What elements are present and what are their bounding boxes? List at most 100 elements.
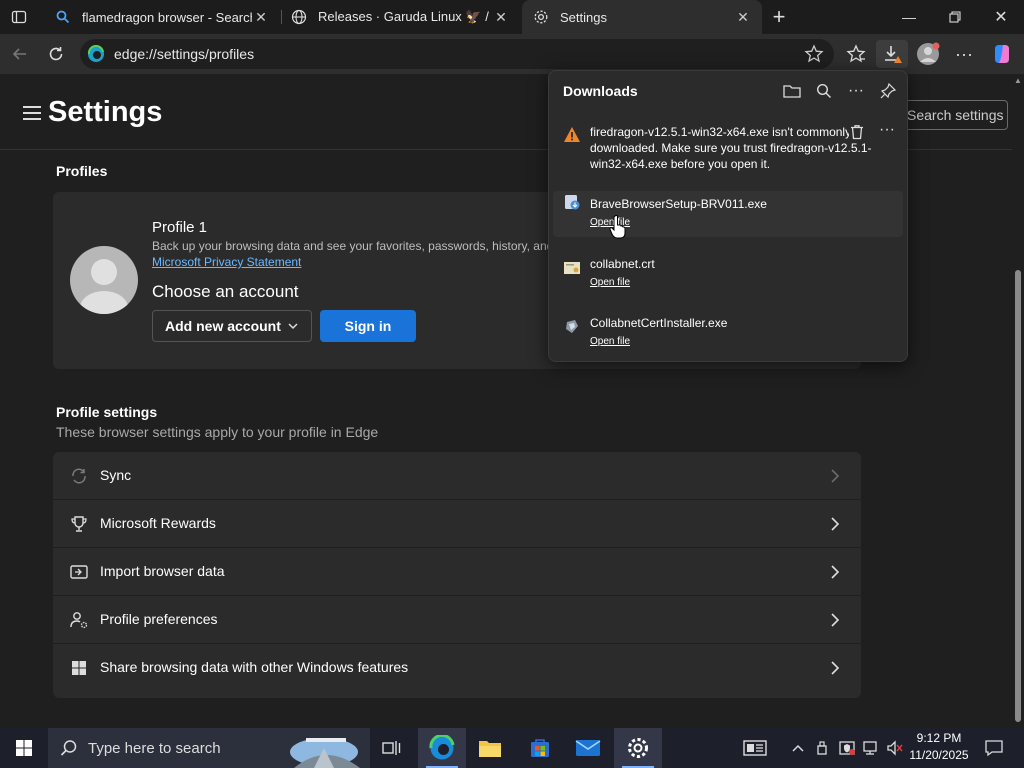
gear-icon	[628, 738, 648, 758]
page-scrollbar[interactable]: ▲	[1012, 74, 1024, 725]
more-menu-button[interactable]: ···	[950, 40, 978, 68]
scroll-up-icon[interactable]: ▲	[1014, 76, 1022, 85]
settings-item-import[interactable]: Import browser data	[53, 548, 861, 596]
close-window-button[interactable]: ✕	[978, 0, 1024, 34]
downloads-button[interactable]	[876, 40, 908, 68]
tray-usb-icon[interactable]	[812, 728, 832, 768]
gear-icon	[532, 8, 550, 26]
settings-item-label: Microsoft Rewards	[100, 515, 216, 531]
close-tab-icon[interactable]: ✕	[734, 8, 752, 26]
news-widget-button[interactable]	[738, 728, 772, 768]
notifications-button[interactable]	[978, 728, 1010, 768]
download-file-name: BraveBrowserSetup-BRV011.exe	[590, 197, 767, 211]
sign-in-button[interactable]: Sign in	[320, 310, 416, 342]
tab-settings[interactable]: Settings ✕	[522, 0, 762, 34]
download-item[interactable]: BraveBrowserSetup-BRV011.exe Open file	[553, 191, 903, 237]
downloads-more-button[interactable]: ···	[845, 80, 867, 102]
sign-in-label: Sign in	[344, 318, 392, 334]
download-item[interactable]: collabnet.crt Open file	[553, 257, 903, 297]
app-icon	[566, 320, 578, 333]
address-bar[interactable]: edge://settings/profiles	[80, 39, 834, 69]
taskbar-file-explorer[interactable]	[466, 728, 514, 768]
copilot-button[interactable]	[988, 40, 1016, 68]
chevron-right-icon	[831, 517, 840, 531]
download-item-more-icon[interactable]: ···	[879, 121, 895, 139]
back-button[interactable]	[6, 40, 34, 68]
tab-search[interactable]: flamedragon browser - Search ✕	[44, 0, 280, 34]
delete-download-button[interactable]	[849, 124, 869, 142]
profile-settings-subtitle: These browser settings apply to your pro…	[56, 424, 379, 440]
pin-downloads-button[interactable]	[877, 80, 899, 102]
ellipsis-icon: ···	[955, 43, 973, 64]
chevron-down-icon	[288, 323, 298, 330]
back-arrow-icon	[12, 48, 26, 60]
choose-account-heading: Choose an account	[152, 282, 299, 301]
tab-strip: flamedragon browser - Search ✕ Releases …	[0, 0, 1024, 34]
refresh-icon	[49, 47, 63, 61]
chevron-right-icon	[831, 565, 840, 579]
avatar	[70, 246, 138, 314]
show-hidden-icons-button[interactable]	[788, 728, 808, 768]
tray-volume-muted-icon[interactable]	[884, 728, 906, 768]
settings-item-profile-preferences[interactable]: Profile preferences	[53, 596, 861, 644]
download-warning-icon	[885, 46, 902, 63]
edge-browser-window: flamedragon browser - Search ✕ Releases …	[0, 0, 1024, 768]
profile-button[interactable]	[914, 40, 942, 68]
avatar-icon	[917, 42, 940, 65]
restore-icon	[949, 11, 961, 23]
favorites-button[interactable]	[842, 40, 870, 68]
search-icon	[54, 8, 72, 26]
close-tab-icon[interactable]: ✕	[252, 8, 270, 26]
open-file-link[interactable]: Open file	[590, 277, 630, 288]
refresh-button[interactable]	[42, 40, 70, 68]
settings-item-rewards[interactable]: Microsoft Rewards	[53, 500, 861, 548]
import-icon	[69, 562, 89, 582]
new-tab-button[interactable]: +	[766, 4, 792, 30]
chevron-up-icon	[792, 744, 804, 752]
store-icon	[531, 739, 549, 757]
taskbar-settings[interactable]	[614, 728, 662, 768]
windows-taskbar: Type here to search 9:12 PM 11/20/2025	[0, 728, 1024, 768]
tab-actions-icon	[11, 10, 27, 24]
downloads-title: Downloads	[563, 83, 638, 99]
taskbar-edge[interactable]	[418, 728, 466, 768]
taskbar-store[interactable]	[516, 728, 564, 768]
tab-label: flamedragon browser - Search	[82, 9, 252, 25]
taskbar-search-box[interactable]: Type here to search	[48, 728, 370, 768]
edge-icon	[429, 735, 455, 760]
tray-defender-icon[interactable]	[836, 728, 858, 768]
open-file-link[interactable]: Open file	[590, 336, 630, 347]
pin-icon	[880, 83, 896, 99]
start-button[interactable]	[0, 728, 48, 768]
ellipsis-icon: ···	[848, 82, 864, 99]
open-downloads-folder-button[interactable]	[781, 80, 803, 102]
mail-icon	[575, 740, 601, 756]
downloads-panel: Downloads ··· firedragon-v12.5.1-win32-x…	[548, 70, 908, 362]
mouse-cursor-hand-icon	[609, 215, 626, 239]
download-item-warning[interactable]: firedragon-v12.5.1-win32-x64.exe isn't c…	[553, 121, 903, 178]
minimize-button[interactable]: —	[886, 0, 932, 34]
settings-item-sync[interactable]: Sync	[53, 452, 861, 500]
tray-network-icon[interactable]	[860, 728, 882, 768]
menu-icon[interactable]	[23, 106, 41, 120]
settings-item-share-windows[interactable]: Share browsing data with other Windows f…	[53, 644, 861, 692]
taskbar-mail[interactable]	[564, 728, 612, 768]
windows-start-icon	[16, 740, 32, 756]
privacy-statement-link[interactable]: Microsoft Privacy Statement	[152, 255, 301, 269]
tab-garuda[interactable]: Releases · Garuda Linux 🦅 / Firef ✕	[280, 0, 520, 34]
profile-name: Profile 1	[152, 219, 208, 236]
search-downloads-button[interactable]	[813, 80, 835, 102]
search-highlight-illustration	[290, 738, 360, 768]
add-account-button[interactable]: Add new account	[152, 310, 312, 342]
close-tab-icon[interactable]: ✕	[492, 8, 510, 26]
restore-button[interactable]	[932, 0, 978, 34]
scroll-thumb[interactable]	[1015, 270, 1021, 722]
browser-toolbar: edge://settings/profiles ···	[0, 34, 1024, 74]
add-favorite-icon[interactable]	[804, 44, 824, 69]
taskbar-clock[interactable]: 9:12 PM 11/20/2025	[906, 730, 972, 764]
task-view-button[interactable]	[368, 728, 416, 768]
profile-settings-list: Sync Microsoft Rewards Import browser da…	[53, 452, 861, 698]
tab-actions-button[interactable]	[6, 6, 32, 28]
download-item[interactable]: CollabnetCertInstaller.exe Open file	[553, 316, 903, 356]
profile-description: Back up your browsing data and see your …	[152, 239, 554, 253]
